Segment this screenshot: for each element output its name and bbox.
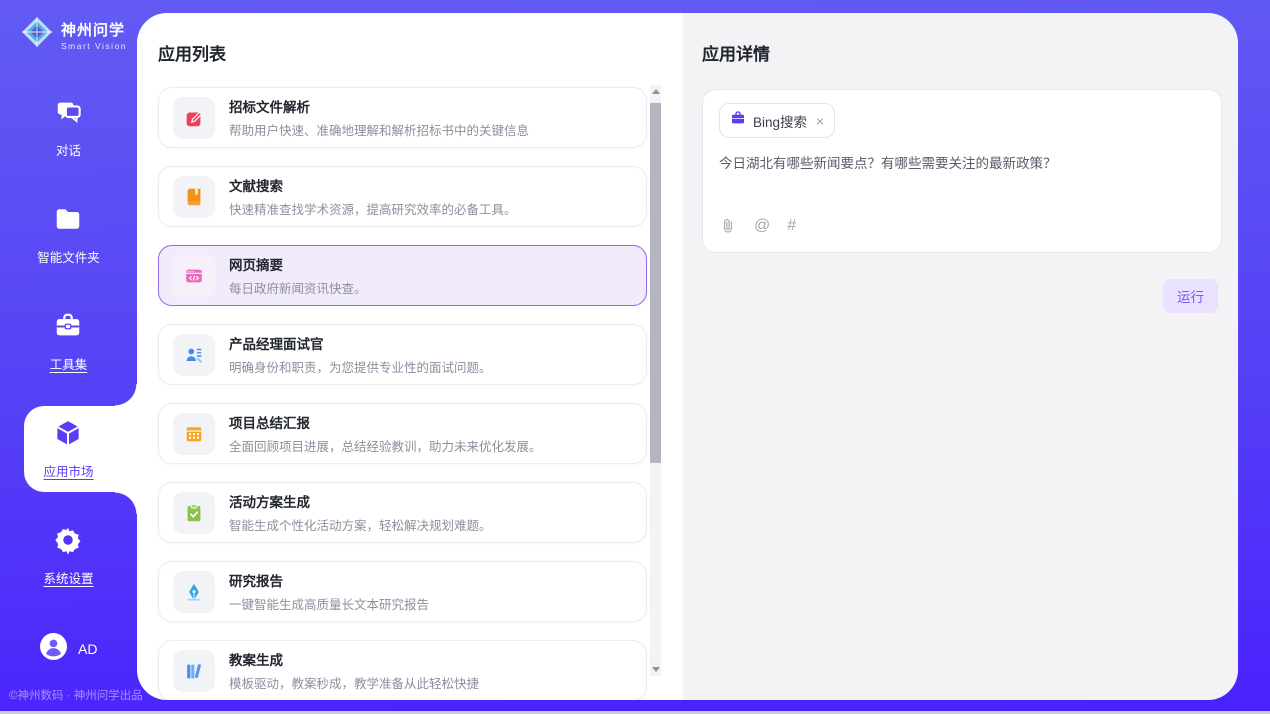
scroll-down-button[interactable]	[650, 663, 661, 676]
list-item-title: 研究报告	[229, 570, 429, 590]
close-icon[interactable]: ×	[816, 114, 824, 128]
list-item-desc: 模板驱动，教案秒成，教学准备从此轻松快捷	[229, 673, 479, 692]
at-mention-icon[interactable]: @	[754, 217, 770, 235]
triangle-down-icon	[652, 667, 660, 672]
app-list: 招标文件解析 帮助用户快速、准确地理解和解析招标书中的关键信息 文献搜索 快速精…	[158, 87, 647, 700]
tool-chip-bing-search[interactable]: Bing搜索 ×	[719, 103, 835, 138]
hash-tag-icon[interactable]: #	[787, 217, 796, 235]
list-item-title: 活动方案生成	[229, 491, 492, 511]
list-item-title: 招标文件解析	[229, 96, 529, 116]
sidebar-nav: 对话 智能文件夹	[0, 90, 137, 594]
list-item-title: 文献搜索	[229, 175, 517, 195]
list-item-desc: 帮助用户快速、准确地理解和解析招标书中的关键信息	[229, 120, 529, 139]
sidebar-item-label: 应用市场	[43, 461, 93, 480]
list-item-desc: 快速精准查找学术资源，提高研究效率的必备工具。	[229, 199, 517, 218]
tool-chip-label: Bing搜索	[753, 111, 807, 131]
clipboard-check-icon	[173, 492, 215, 534]
list-item-title: 产品经理面试官	[229, 333, 492, 353]
list-item-pm-interviewer[interactable]: 产品经理面试官 明确身份和职责，为您提供专业性的面试问题。	[158, 324, 647, 385]
avatar	[40, 633, 67, 665]
sidebar-item-label: 对话	[56, 140, 81, 159]
prompt-card: Bing搜索 × 今日湖北有哪些新闻要点？有哪些需要关注的最新政策？ @ #	[702, 89, 1222, 253]
brand-gem-icon	[20, 15, 54, 54]
run-button[interactable]: 运行	[1163, 279, 1218, 313]
briefcase-icon	[53, 311, 83, 346]
list-item-desc: 明确身份和职责，为您提供专业性的面试问题。	[229, 357, 492, 376]
app-list-panel: 应用列表 招标文件解析 帮助用户快速、准确地理解和解析招标书中的关键信息	[137, 13, 683, 700]
sidebar-item-label: 智能文件夹	[37, 247, 100, 266]
list-item-bid-parsing[interactable]: 招标文件解析 帮助用户快速、准确地理解和解析招标书中的关键信息	[158, 87, 647, 148]
copyright-footer: ©神州数码 · 神州问学出品	[0, 687, 137, 711]
folder-icon	[53, 204, 83, 239]
list-item-project-summary[interactable]: 项目总结汇报 全面回顾项目进展，总结经验教训，助力未来优化发展。	[158, 403, 647, 464]
attachment-toolbar: @ #	[719, 217, 1205, 235]
list-item-desc: 每日政府新闻资讯快查。	[229, 278, 367, 297]
sidebar-item-toolset[interactable]: 工具集	[0, 304, 137, 380]
sidebar: 神州问学 Smart Vision 对话	[0, 0, 137, 711]
app-detail-panel: 应用详情 Bing搜索 × 今日湖北有哪些新闻要点？有哪些需要关注的最新政策？	[683, 13, 1238, 700]
list-item-title: 网页摘要	[229, 254, 367, 274]
briefcase-icon	[730, 110, 746, 131]
pen-nib-icon	[173, 571, 215, 613]
calendar-grid-icon	[173, 413, 215, 455]
prompt-input[interactable]: 今日湖北有哪些新闻要点？有哪些需要关注的最新政策？	[719, 154, 1205, 174]
user-initials: AD	[78, 641, 97, 657]
sidebar-item-app-market[interactable]: 应用市场	[0, 411, 137, 487]
book-icon	[173, 176, 215, 218]
cube-icon	[53, 418, 83, 453]
chat-icon	[54, 97, 84, 132]
list-item-desc: 一键智能生成高质量长文本研究报告	[229, 594, 429, 613]
scrollbar-thumb[interactable]	[650, 103, 661, 463]
triangle-up-icon	[652, 89, 660, 94]
sidebar-item-settings[interactable]: 系统设置	[0, 518, 137, 594]
gear-icon	[53, 525, 83, 560]
user-account[interactable]: AD	[0, 633, 137, 665]
list-item-research-report[interactable]: 研究报告 一键智能生成高质量长文本研究报告	[158, 561, 647, 622]
sidebar-item-smart-folder[interactable]: 智能文件夹	[0, 197, 137, 273]
sidebar-item-label: 系统设置	[43, 568, 93, 587]
brand-name: 神州问学	[61, 19, 127, 40]
brand-logo: 神州问学 Smart Vision	[0, 0, 137, 54]
person-resume-icon	[173, 334, 215, 376]
app-detail-title: 应用详情	[702, 40, 1222, 65]
sidebar-item-label: 工具集	[50, 354, 88, 373]
list-item-lesson-plan[interactable]: 教案生成 模板驱动，教案秒成，教学准备从此轻松快捷	[158, 640, 647, 700]
list-item-web-summary[interactable]: 网页摘要 每日政府新闻资讯快查。	[158, 245, 647, 306]
list-item-desc: 全面回顾项目进展，总结经验教训，助力未来优化发展。	[229, 436, 542, 455]
main-container: 应用列表 招标文件解析 帮助用户快速、准确地理解和解析招标书中的关键信息	[137, 13, 1238, 700]
browser-code-icon	[173, 255, 215, 297]
app-list-title: 应用列表	[158, 40, 683, 65]
list-item-desc: 智能生成个性化活动方案，轻松解决规划难题。	[229, 515, 492, 534]
pen-square-icon	[173, 97, 215, 139]
sidebar-item-chat[interactable]: 对话	[0, 90, 137, 166]
list-item-activity-plan[interactable]: 活动方案生成 智能生成个性化活动方案，轻松解决规划难题。	[158, 482, 647, 543]
paperclip-icon[interactable]	[719, 217, 737, 235]
books-icon	[173, 650, 215, 692]
list-item-title: 项目总结汇报	[229, 412, 542, 432]
scroll-up-button[interactable]	[650, 85, 661, 98]
scrollbar[interactable]	[650, 85, 661, 676]
list-item-literature-search[interactable]: 文献搜索 快速精准查找学术资源，提高研究效率的必备工具。	[158, 166, 647, 227]
list-item-title: 教案生成	[229, 649, 479, 669]
brand-tagline: Smart Vision	[61, 41, 127, 51]
